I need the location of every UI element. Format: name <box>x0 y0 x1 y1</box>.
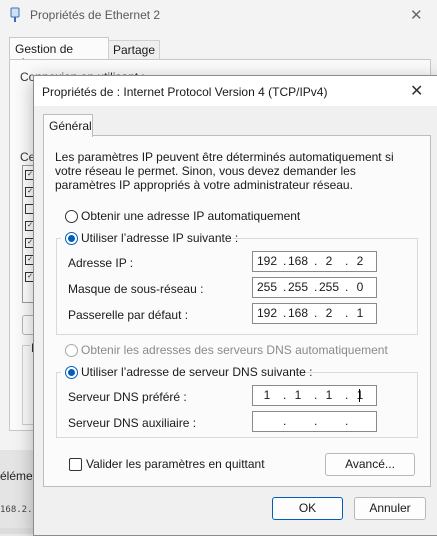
octet-separator: . <box>345 414 349 428</box>
behind-text: éléme <box>0 469 33 483</box>
ip-manual-radio[interactable] <box>65 232 78 245</box>
ipv4-properties-dialog: Propriétés de : Internet Protocol Versio… <box>33 75 437 536</box>
dns-manual-radio[interactable] <box>65 366 78 379</box>
ip-auto-label[interactable]: Obtenir une adresse IP automatiquement <box>81 209 300 223</box>
octet: 2 <box>325 306 333 320</box>
octet: 0 <box>356 280 364 294</box>
dns-auto-label[interactable]: Obtenir les adresses des serveurs DNS au… <box>81 343 388 357</box>
tab-label: Général <box>49 119 92 133</box>
dns-manual-label[interactable]: Utiliser l’adresse de serveur DNS suivan… <box>81 365 312 379</box>
octet: 168 <box>287 306 309 320</box>
tab-gestion-reseau[interactable]: Gestion de réseau <box>9 37 109 70</box>
gateway-label: Passerelle par défaut : <box>68 308 189 322</box>
ip-auto-radio[interactable] <box>65 210 78 223</box>
text-caret <box>359 389 360 402</box>
octet: 2 <box>325 254 333 268</box>
octet: 255 <box>287 280 309 294</box>
octet: 192 <box>256 306 278 320</box>
octet: 2 <box>356 254 364 268</box>
ok-button[interactable]: OK <box>272 497 343 520</box>
octet: 255 <box>256 280 278 294</box>
octet: 1 <box>263 388 271 402</box>
validate-checkbox[interactable] <box>69 458 82 471</box>
preferred-dns-field[interactable]: 1 . 1 . 1 . 1 <box>252 385 377 406</box>
subnet-mask-field[interactable]: 255 . 255 . 255 . 0 <box>252 277 377 298</box>
tab-general[interactable]: Général <box>43 114 93 137</box>
dialog-title: Propriétés de : Internet Protocol Versio… <box>42 85 328 99</box>
dialog-close-button[interactable]: ✕ <box>410 81 423 101</box>
alternate-dns-label: Serveur DNS auxiliaire : <box>68 416 197 430</box>
dialog-titlebar: Propriétés de : Internet Protocol Versio… <box>34 76 437 106</box>
octet-separator: . <box>283 414 287 428</box>
gateway-field[interactable]: 192 . 168 . 2 . 1 <box>252 303 377 324</box>
network-adapter-icon <box>10 7 20 22</box>
preferred-dns-label: Serveur DNS préféré : <box>68 390 187 404</box>
octet: 1 <box>325 388 333 402</box>
dns-auto-radio[interactable] <box>65 344 78 357</box>
ethernet-window-title: Propriétés de Ethernet 2 <box>30 8 161 22</box>
ethernet-close-button[interactable]: ✕ <box>410 6 423 24</box>
advanced-button[interactable]: Avancé... <box>325 453 415 476</box>
tab-partage[interactable]: Partage <box>108 40 160 60</box>
octet-separator: . <box>314 414 318 428</box>
ip-manual-label[interactable]: Utiliser l’adresse IP suivante : <box>81 231 238 245</box>
octet: 255 <box>318 280 340 294</box>
ip-address-field[interactable]: 192 . 168 . 2 . 2 <box>252 251 377 272</box>
alternate-dns-field[interactable]: . . . <box>252 411 377 432</box>
octet: 168 <box>287 254 309 268</box>
ethernet-window-titlebar: Propriétés de Ethernet 2 ✕ <box>0 0 437 32</box>
octet: 1 <box>356 306 364 320</box>
intro-text: Les paramètres IP peuvent être déterminé… <box>55 150 394 192</box>
validate-label[interactable]: Valider les paramètres en quittant <box>86 457 265 471</box>
ip-address-label: Adresse IP : <box>68 256 134 270</box>
octet: 192 <box>256 254 278 268</box>
tab-label: Partage <box>113 43 156 57</box>
octet: 1 <box>294 388 302 402</box>
subnet-mask-label: Masque de sous-réseau : <box>68 282 204 296</box>
octet: 1 <box>356 388 364 402</box>
cancel-button[interactable]: Annuler <box>354 497 426 520</box>
general-tab-panel: Les paramètres IP peuvent être déterminé… <box>43 135 431 487</box>
